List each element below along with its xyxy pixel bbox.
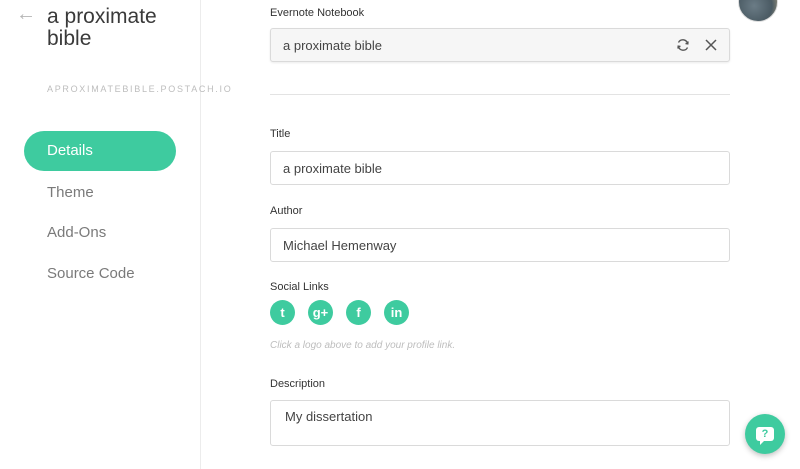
title-input[interactable]: a proximate bible [270, 151, 730, 185]
notebook-value: a proximate bible [283, 37, 382, 53]
back-arrow-icon[interactable]: ← [16, 2, 36, 26]
help-chat-button[interactable]: ? [745, 414, 785, 454]
nav-item-add-ons[interactable]: Add-Ons [24, 213, 176, 253]
chat-icon: ? [756, 427, 774, 445]
avatar[interactable] [738, 0, 778, 22]
sidebar: ← a proximate bible APROXIMATEBIBLE.POST… [0, 0, 231, 469]
title-value: a proximate bible [283, 160, 382, 176]
facebook-icon[interactable]: f [346, 300, 371, 325]
twitter-icon[interactable]: t [270, 300, 295, 325]
close-icon[interactable] [703, 37, 719, 53]
divider [270, 94, 730, 95]
notebook-label: Evernote Notebook [270, 7, 365, 19]
refresh-icon[interactable] [675, 37, 691, 53]
google-plus-icon[interactable]: g+ [308, 300, 333, 325]
description-label: Description [270, 378, 326, 390]
site-url: APROXIMATEBIBLE.POSTACH.IO [47, 84, 233, 94]
notebook-field[interactable]: a proximate bible [270, 28, 730, 62]
nav-item-theme[interactable]: Theme [24, 173, 176, 213]
author-value: Michael Hemenway [283, 237, 397, 253]
social-links: t g+ f in [270, 300, 409, 325]
social-links-label: Social Links [270, 281, 329, 293]
linkedin-icon[interactable]: in [384, 300, 409, 325]
author-label: Author [270, 205, 303, 217]
nav-item-source-code[interactable]: Source Code [24, 254, 176, 294]
nav-item-details[interactable]: Details [24, 131, 176, 171]
author-input[interactable]: Michael Hemenway [270, 228, 730, 262]
social-hint: Click a logo above to add your profile l… [270, 340, 456, 351]
description-textarea[interactable]: My dissertation [270, 400, 730, 446]
site-title: a proximate bible [47, 5, 157, 50]
title-label: Title [270, 128, 291, 140]
